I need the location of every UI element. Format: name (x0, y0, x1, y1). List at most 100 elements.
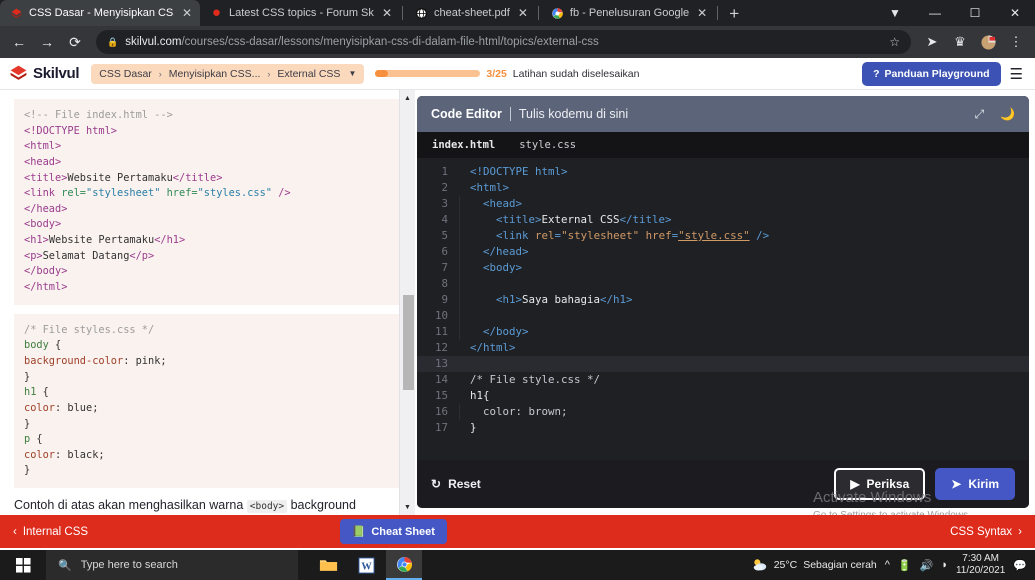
editor-line[interactable]: 13 (417, 356, 1029, 372)
new-tab-button[interactable]: + (720, 5, 748, 22)
close-tab-icon[interactable]: ✕ (382, 7, 392, 19)
chrome-icon[interactable] (386, 550, 422, 580)
code-token: Website Pertamaku (48, 234, 155, 247)
close-window-button[interactable]: ✕ (995, 0, 1035, 26)
weather-temp: 25°C (773, 559, 798, 571)
notification-icon[interactable]: 💬 (1013, 559, 1027, 572)
back-button[interactable]: ← (6, 29, 32, 55)
code-token: <head> (24, 155, 62, 168)
moon-icon[interactable]: 🌙 (1000, 107, 1015, 121)
code-line: body { (24, 338, 391, 354)
breadcrumb-item-lesson[interactable]: Menyisipkan CSS... (169, 68, 261, 80)
hamburger-icon[interactable]: ☰ (1010, 65, 1026, 83)
file-explorer-icon[interactable] (310, 550, 346, 580)
address-bar[interactable]: 🔒 skilvul.com/courses/css-dasar/lessons/… (96, 30, 911, 54)
code-token: <title> (24, 171, 68, 184)
prev-topic-link[interactable]: ‹ Internal CSS (13, 526, 88, 538)
send-icon[interactable]: ➤ (919, 29, 945, 55)
editor-line[interactable]: 14 /* File style.css */ (417, 372, 1029, 388)
code-token: Website Pertamaku (67, 171, 173, 184)
code-token: </h1> (600, 293, 633, 306)
word-icon[interactable]: W (348, 550, 384, 580)
next-topic-link[interactable]: CSS Syntax › (950, 526, 1022, 538)
lesson-paragraph: Contoh di atas akan menghasilkan warna <… (14, 488, 401, 515)
skilvul-logo[interactable]: Skilvul (9, 64, 80, 83)
line-code: <!DOCTYPE html> (459, 164, 568, 180)
browser-tab-1[interactable]: Latest CSS topics - Forum Skilvul ✕ (200, 0, 400, 26)
code-token: "stylesheet" (86, 187, 167, 200)
chevron-right-icon: › (158, 68, 162, 79)
editor-line[interactable]: 12 </html> (417, 340, 1029, 356)
volume-icon[interactable]: 🔊 (920, 559, 934, 572)
chevron-down-icon[interactable]: ▼ (348, 69, 356, 78)
code-editor-text-area[interactable]: 1 <!DOCTYPE html> 2 <html> 3 <head> 4 <title>… (417, 158, 1029, 460)
panduan-playground-label: Panduan Playground (884, 67, 990, 80)
maximize-button[interactable]: ☐ (955, 0, 995, 26)
editor-line[interactable]: 5 <link rel="stylesheet" href="style.css… (417, 228, 1029, 244)
chevron-up-icon[interactable]: ^ (885, 559, 890, 571)
line-number: 10 (434, 309, 448, 322)
breadcrumb-item-topic[interactable]: External CSS (277, 68, 340, 80)
close-tab-icon[interactable]: ✕ (518, 7, 528, 19)
browser-tab-3[interactable]: fb - Penelusuran Google ✕ (541, 0, 715, 26)
editor-line[interactable]: 2 <html> (417, 180, 1029, 196)
lock-icon: 🔒 (107, 36, 119, 47)
editor-line[interactable]: 15 h1{ (417, 388, 1029, 404)
code-token: Selamat Datang (42, 249, 130, 262)
expand-icon[interactable]: ⤢ (974, 107, 984, 122)
close-tab-icon[interactable]: ✕ (182, 7, 192, 19)
editor-line[interactable]: 1 <!DOCTYPE html> (417, 164, 1029, 180)
code-token: </h1> (154, 234, 186, 247)
scroll-down-arrow-icon[interactable]: ▼ (400, 499, 415, 515)
editor-line[interactable]: 11 </body> (417, 324, 1029, 340)
window-controls: ▼ — ☐ ✕ (875, 0, 1035, 26)
browser-tab-0[interactable]: CSS Dasar - Menyisipkan CSS di D ✕ (0, 0, 200, 26)
file-tab-index-html[interactable]: index.html (432, 139, 495, 151)
taskbar-search-box[interactable]: 🔍 Type here to search (46, 550, 298, 580)
editor-line[interactable]: 16 color: brown; (417, 404, 1029, 420)
reload-button[interactable]: ⟳ (62, 29, 88, 55)
wifi-icon[interactable]: ◗ (941, 559, 948, 571)
taskbar-clock[interactable]: 7:30 AM 11/20/2021 (956, 553, 1005, 578)
reset-button[interactable]: ↻ Reset (431, 477, 481, 491)
editor-line[interactable]: 10 (417, 308, 1029, 324)
code-token: p (24, 433, 37, 446)
bookmark-star-icon[interactable]: ☆ (889, 35, 900, 49)
send-icon: ➤ (951, 477, 962, 491)
code-token: <link (24, 187, 62, 200)
editor-line[interactable]: 8 (417, 276, 1029, 292)
browser-tab-2[interactable]: cheat-sheet.pdf ✕ (405, 0, 536, 26)
line-number: 9 (441, 293, 448, 306)
code-line: color: blue; (24, 401, 391, 417)
editor-line[interactable]: 17} (417, 420, 1029, 436)
extensions-icon[interactable]: ♛ (947, 29, 973, 55)
line-code: <body> (459, 260, 522, 276)
file-tab-style-css[interactable]: style.css (519, 139, 576, 151)
minimize-button[interactable]: — (915, 0, 955, 26)
line-number: 15 (434, 389, 448, 402)
lesson-scrollbar[interactable]: ▲ ▼ (399, 90, 415, 515)
scrollbar-thumb[interactable] (403, 295, 414, 390)
panduan-playground-button[interactable]: ? Panduan Playground (862, 61, 1001, 86)
editor-line[interactable]: 6 </head> (417, 244, 1029, 260)
profile-avatar[interactable] (975, 29, 1001, 55)
start-button[interactable] (0, 550, 46, 580)
cheat-sheet-button[interactable]: 📗 Cheat Sheet (339, 519, 447, 544)
breadcrumb[interactable]: CSS Dasar › Menyisipkan CSS... › Externa… (91, 63, 365, 84)
downloads-icon[interactable]: ▼ (875, 0, 915, 26)
editor-line[interactable]: 7 <body> (417, 260, 1029, 276)
line-number: 7 (441, 261, 448, 274)
editor-line[interactable]: 9 <h1>Saya bahagia</h1> (417, 292, 1029, 308)
forward-button[interactable]: → (34, 29, 60, 55)
code-line: <link rel="stylesheet" href="styles.css"… (24, 186, 391, 202)
battery-icon[interactable]: 🔋 (898, 559, 912, 572)
scroll-up-arrow-icon[interactable]: ▲ (400, 90, 415, 106)
weather-widget[interactable]: 25°C Sebagian cerah (752, 557, 877, 573)
overflow-menu-icon[interactable]: ⋮ (1003, 29, 1029, 55)
breadcrumb-item-course[interactable]: CSS Dasar (99, 68, 152, 80)
editor-line[interactable]: 4 <title>External CSS</title> (417, 212, 1029, 228)
kirim-button[interactable]: ➤ Kirim (935, 468, 1015, 500)
editor-line[interactable]: 3 <head> (417, 196, 1029, 212)
close-tab-icon[interactable]: ✕ (697, 7, 707, 19)
browser-window: CSS Dasar - Menyisipkan CSS di D ✕ Lates… (0, 0, 1035, 580)
